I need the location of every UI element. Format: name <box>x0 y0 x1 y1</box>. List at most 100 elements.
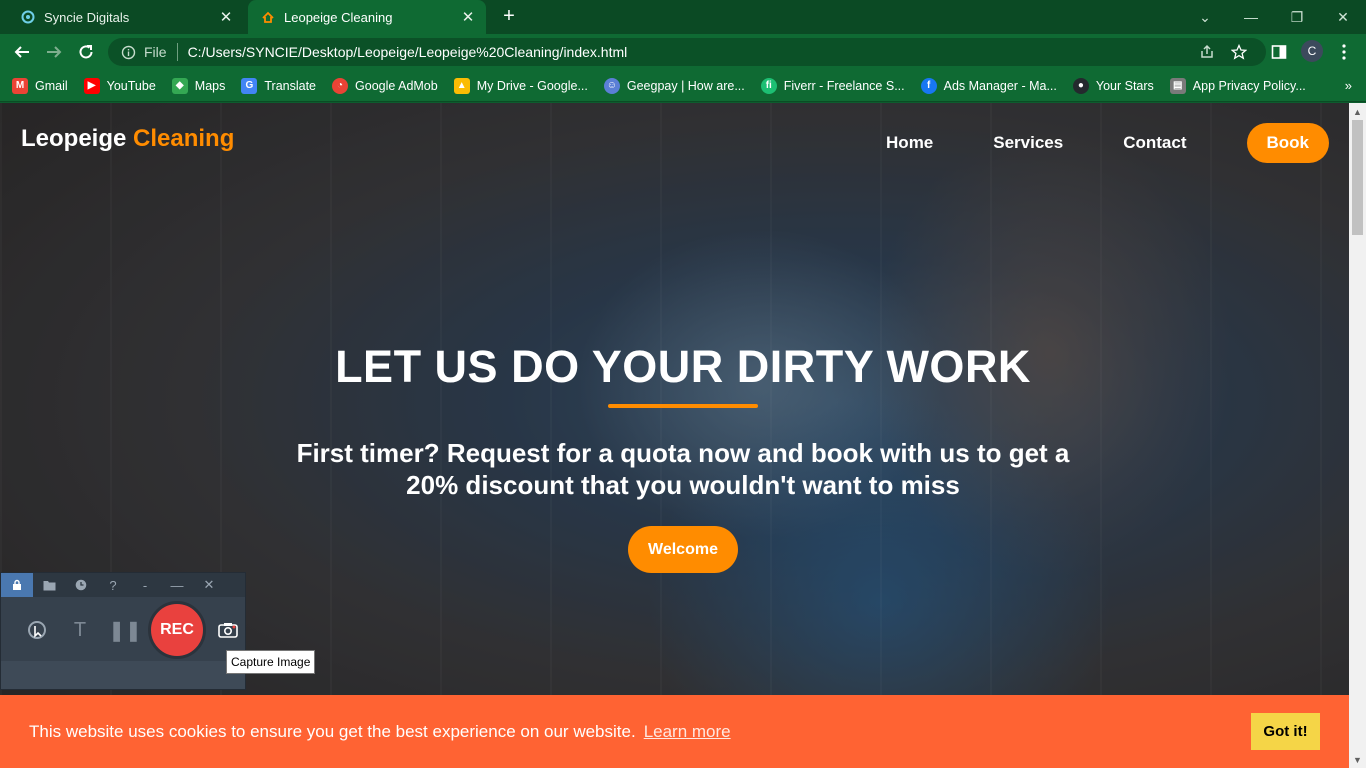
bookmark-label: Google AdMob <box>355 78 438 93</box>
leopeige-favicon-icon <box>260 9 276 25</box>
cookie-banner: This website uses cookies to ensure you … <box>0 695 1349 768</box>
bookmark-translate[interactable]: G Translate <box>241 77 317 94</box>
translate-icon: G <box>241 77 258 94</box>
tab-search-dropdown-icon[interactable]: ⌄ <box>1182 0 1228 34</box>
address-divider <box>176 43 178 61</box>
tab-close-icon[interactable]: ✕ <box>458 8 478 26</box>
capture-image-tooltip: Capture Image <box>226 650 316 674</box>
side-panel-icon[interactable] <box>1268 41 1290 63</box>
document-icon: ▤ <box>1169 77 1186 94</box>
camera-icon[interactable] <box>215 617 241 643</box>
bookmark-label: Maps <box>194 78 226 93</box>
nav-contact[interactable]: Contact <box>1123 133 1186 153</box>
record-button[interactable]: REC <box>148 601 206 659</box>
file-scheme-label: File <box>144 44 167 60</box>
geegpay-icon: ☺ <box>603 77 620 94</box>
minimize-window-button[interactable]: — <box>1228 0 1274 34</box>
recorder-footer <box>1 661 245 689</box>
url-text[interactable]: C:/Users/SYNCIE/Desktop/Leopeige/Leopeig… <box>188 44 628 60</box>
close-icon[interactable]: ✕ <box>193 573 225 597</box>
bookmark-label: Ads Manager - Ma... <box>943 78 1057 93</box>
folder-icon[interactable] <box>33 573 65 597</box>
collapse-icon[interactable]: - <box>129 573 161 597</box>
cookie-learn-more-link[interactable]: Learn more <box>644 722 731 742</box>
reload-icon[interactable] <box>75 41 97 63</box>
bookmark-label: Geegpay | How are... <box>626 78 745 93</box>
browser-toolbar: File C:/Users/SYNCIE/Desktop/Leopeige/Le… <box>0 34 1366 70</box>
hero-subtitle: First timer? Request for a quota now and… <box>296 438 1070 500</box>
bookmark-app-privacy[interactable]: ▤ App Privacy Policy... <box>1169 77 1306 94</box>
lock-icon[interactable] <box>1 573 33 597</box>
cookie-accept-button[interactable]: Got it! <box>1251 713 1320 750</box>
back-icon[interactable] <box>11 41 33 63</box>
pause-icon[interactable]: ❚❚ <box>108 617 142 643</box>
facebook-icon: f <box>920 77 937 94</box>
welcome-button[interactable]: Welcome <box>628 526 738 573</box>
screen-recorder-widget: ? - — ✕ T ❚❚ REC <box>0 572 246 690</box>
bookmark-fiverr[interactable]: fi Fiverr - Freelance S... <box>760 77 905 94</box>
profile-avatar[interactable]: C <box>1301 40 1323 62</box>
cookie-message: This website uses cookies to ensure you … <box>29 721 636 741</box>
nav-services[interactable]: Services <box>993 133 1063 153</box>
bookmark-label: Gmail <box>35 78 68 93</box>
admob-icon: ◔ <box>332 77 349 94</box>
new-tab-button[interactable]: + <box>498 6 520 28</box>
site-logo[interactable]: Leopeige Cleaning <box>21 125 234 153</box>
bookmark-my-drive[interactable]: ▲ My Drive - Google... <box>453 77 588 94</box>
clock-icon[interactable] <box>65 573 97 597</box>
scroll-down-arrow-icon[interactable]: ▼ <box>1349 751 1366 768</box>
scroll-thumb[interactable] <box>1352 120 1363 235</box>
nav-home[interactable]: Home <box>886 133 933 153</box>
hero-underline <box>608 404 758 408</box>
bookmarks-bar: M Gmail ▶ YouTube ◆ Maps G Translate ◔ Google… <box>0 70 1366 102</box>
bookmark-google-admob[interactable]: ◔ Google AdMob <box>332 77 438 94</box>
hero-title: LET US DO YOUR DIRTY WORK <box>335 341 1031 392</box>
bookmark-label: Fiverr - Freelance S... <box>783 78 905 93</box>
maps-icon: ◆ <box>171 77 188 94</box>
tab-leopeige-cleaning[interactable]: Leopeige Cleaning ✕ <box>248 0 486 34</box>
tab-strip: Syncie Digitals ✕ Leopeige Cleaning ✕ + … <box>0 0 1366 34</box>
tab-close-icon[interactable]: ✕ <box>216 8 236 26</box>
bookmarks-overflow-icon[interactable]: » <box>1345 78 1352 93</box>
bookmark-youtube[interactable]: ▶ YouTube <box>83 77 156 94</box>
drive-icon: ▲ <box>453 77 470 94</box>
bookmark-geegpay[interactable]: ☺ Geegpay | How are... <box>603 77 745 94</box>
tab-title: Leopeige Cleaning <box>284 9 393 25</box>
scroll-up-arrow-icon[interactable]: ▲ <box>1349 103 1366 120</box>
youtube-icon: ▶ <box>83 77 100 94</box>
menu-kebab-icon[interactable] <box>1333 41 1355 63</box>
github-icon: ● <box>1072 77 1089 94</box>
bookmark-gmail[interactable]: M Gmail <box>12 77 68 94</box>
tab-syncie-digitals[interactable]: Syncie Digitals ✕ <box>8 0 244 34</box>
text-tool-icon[interactable]: T <box>67 617 93 643</box>
site-nav: Home Services Contact Book <box>826 123 1329 163</box>
share-icon[interactable] <box>1198 43 1216 61</box>
help-icon[interactable]: ? <box>97 573 129 597</box>
tab-title: Syncie Digitals <box>44 9 130 25</box>
bookmark-label: App Privacy Policy... <box>1192 78 1306 93</box>
restore-window-button[interactable]: ❐ <box>1274 0 1320 34</box>
fiverr-icon: fi <box>760 77 777 94</box>
recorder-toolbar: ? - — ✕ <box>1 573 245 597</box>
info-icon[interactable] <box>120 44 136 60</box>
minimize-icon[interactable]: — <box>161 573 193 597</box>
address-bar[interactable]: File C:/Users/SYNCIE/Desktop/Leopeige/Le… <box>108 38 1266 66</box>
brand-name: Leopeige <box>21 125 127 152</box>
bookmark-label: Your Stars <box>1095 78 1154 93</box>
syncie-favicon-icon <box>20 9 36 25</box>
brand-accent: Cleaning <box>133 125 235 152</box>
bookmark-ads-manager[interactable]: f Ads Manager - Ma... <box>920 77 1057 94</box>
recorder-controls: T ❚❚ REC <box>1 597 245 661</box>
bookmark-maps[interactable]: ◆ Maps <box>171 77 226 94</box>
bookmark-your-stars[interactable]: ● Your Stars <box>1072 77 1154 94</box>
nav-book-button[interactable]: Book <box>1246 123 1329 163</box>
bookmark-label: Translate <box>264 78 317 93</box>
bookmark-label: My Drive - Google... <box>476 78 588 93</box>
page-scrollbar[interactable]: ▲ ▼ <box>1349 103 1366 768</box>
bookmark-star-icon[interactable] <box>1230 43 1248 61</box>
cursor-highlight-icon[interactable] <box>24 617 50 643</box>
forward-icon[interactable] <box>43 41 65 63</box>
bookmark-label: YouTube <box>106 78 156 93</box>
close-window-button[interactable]: ✕ <box>1320 0 1366 34</box>
gmail-icon: M <box>12 77 28 94</box>
